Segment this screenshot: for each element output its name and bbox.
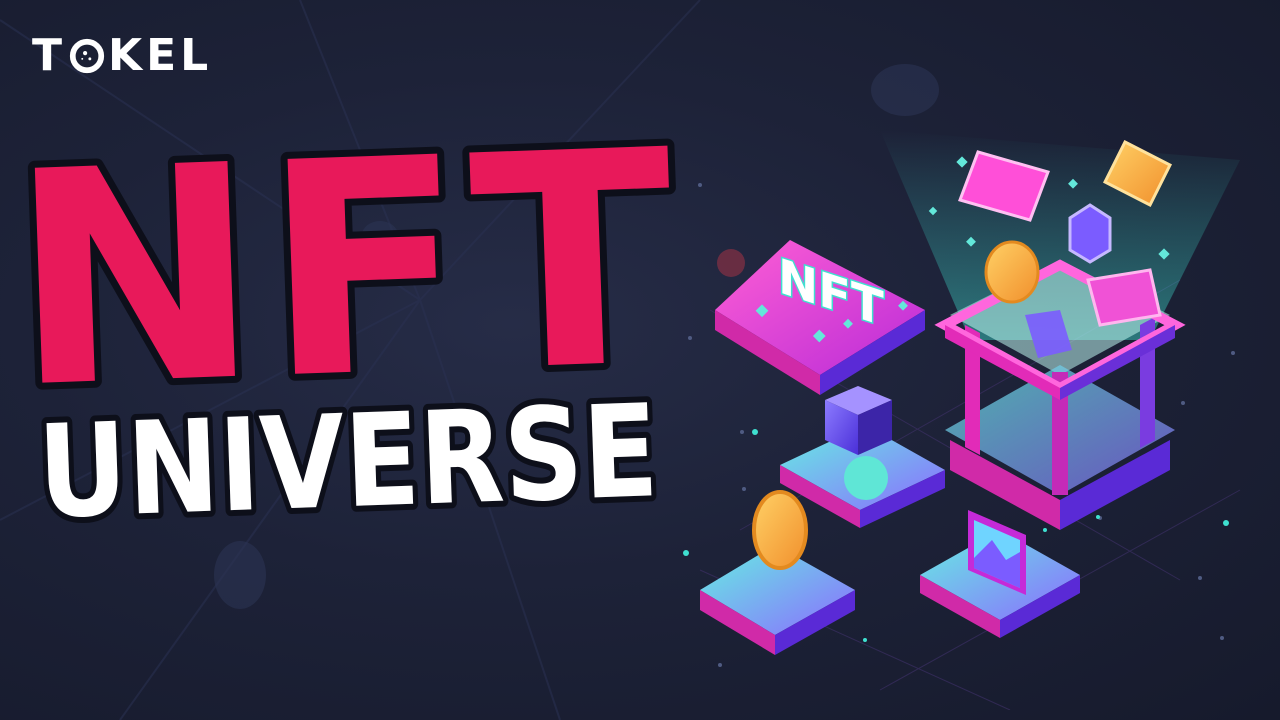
headline-universe: UNIVERSE xyxy=(36,377,661,548)
coin-icon xyxy=(752,490,808,570)
thumbnail-canvas: T KEL NFT UNIVERSE NFT xyxy=(0,0,1280,720)
sphere-icon xyxy=(844,456,888,500)
nft-illustration: NFT xyxy=(699,130,1241,710)
headline-block: NFT UNIVERSE xyxy=(0,79,692,553)
